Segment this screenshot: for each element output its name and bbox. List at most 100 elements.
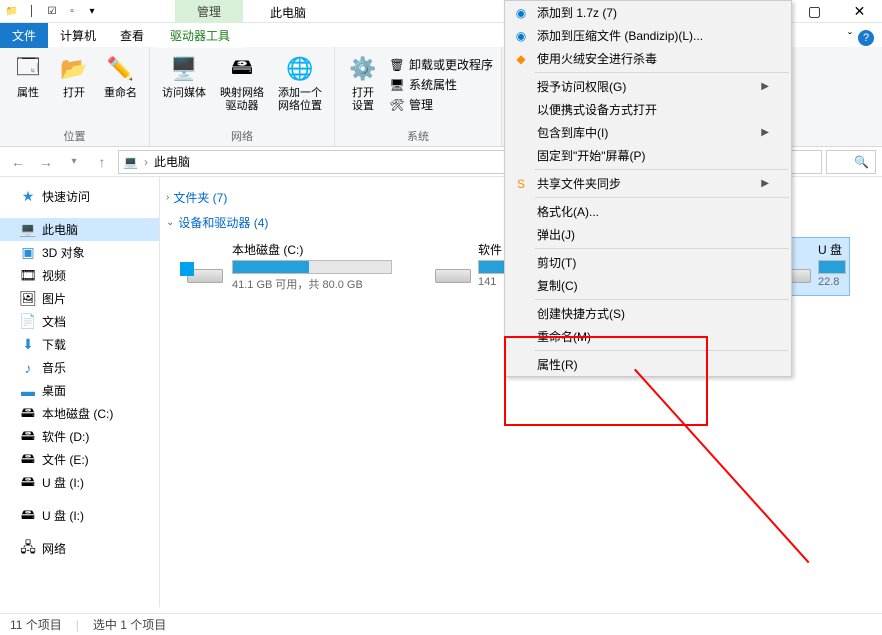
sidebar-file-e[interactable]: 🖴文件 (E:) bbox=[0, 448, 159, 471]
sidebar-usb-i[interactable]: 🖴U 盘 (I:) bbox=[0, 471, 159, 494]
drive-item-c[interactable]: 本地磁盘 (C:) 41.1 GB 可用，共 80.0 GB bbox=[180, 237, 420, 296]
ctx-share-sync[interactable]: S共享文件夹同步▶ bbox=[505, 172, 791, 195]
sysprops-icon: 🖥 bbox=[389, 77, 405, 93]
sidebar-3d-objects[interactable]: ▣3D 对象 bbox=[0, 241, 159, 264]
up-button[interactable]: ↑ bbox=[90, 150, 114, 174]
ctx-huorong-scan[interactable]: ◆使用火绒安全进行杀毒 bbox=[505, 47, 791, 70]
open-button[interactable]: 📂 打开 bbox=[54, 51, 94, 102]
ctx-pin-start[interactable]: 固定到"开始"屏幕(P) bbox=[505, 144, 791, 167]
navigation-pane: ★快速访问 💻此电脑 ▣3D 对象 🎞视频 🖼图片 📄文档 ⬇下载 ♪音乐 ▬桌… bbox=[0, 177, 160, 607]
back-button[interactable]: ← bbox=[6, 150, 30, 174]
map-drive-icon: 🖴 bbox=[226, 53, 258, 85]
ctx-format[interactable]: 格式化(A)... bbox=[505, 200, 791, 223]
ctx-create-shortcut[interactable]: 创建快捷方式(S) bbox=[505, 302, 791, 325]
computer-icon: 💻 bbox=[123, 155, 138, 169]
page-icon[interactable]: ▫ bbox=[64, 3, 80, 19]
close-button[interactable]: ✕ bbox=[837, 0, 882, 23]
quick-access-toolbar: 📁 │ ☑ ▫ ▾ bbox=[4, 3, 100, 19]
chevron-down-icon: ⌄ bbox=[166, 217, 174, 228]
sidebar-documents[interactable]: 📄文档 bbox=[0, 310, 159, 333]
search-box[interactable]: 🔍 bbox=[826, 150, 876, 174]
archive-icon: ◉ bbox=[513, 5, 529, 21]
ctx-properties[interactable]: 属性(R) bbox=[505, 353, 791, 376]
sidebar-desktop[interactable]: ▬桌面 bbox=[0, 379, 159, 402]
tab-drive-tools[interactable]: 驱动器工具 bbox=[158, 23, 242, 48]
group-label-location: 位置 bbox=[64, 126, 86, 144]
ribbon-group-system: ⚙️ 打开 设置 🗑卸载或更改程序 🖥系统属性 🛠管理 系统 bbox=[335, 47, 502, 146]
tab-computer[interactable]: 计算机 bbox=[48, 23, 108, 48]
sidebar-videos[interactable]: 🎞视频 bbox=[0, 264, 159, 287]
media-icon: 🖥️ bbox=[168, 53, 200, 85]
separator bbox=[535, 169, 789, 170]
huorong-icon: ◆ bbox=[513, 51, 529, 67]
separator bbox=[535, 299, 789, 300]
drive-icon: 🖴 bbox=[20, 452, 36, 468]
ctx-include-library[interactable]: 包含到库中(I)▶ bbox=[505, 121, 791, 144]
ctx-eject[interactable]: 弹出(J) bbox=[505, 223, 791, 246]
ctx-copy[interactable]: 复制(C) bbox=[505, 274, 791, 297]
ctx-cut[interactable]: 剪切(T) bbox=[505, 251, 791, 274]
manage-icon: 🛠 bbox=[389, 97, 405, 113]
map-drive-button[interactable]: 🖴 映射网络 驱动器 bbox=[216, 51, 268, 115]
chevron-right-icon: ▶ bbox=[761, 178, 769, 189]
bandizip-icon: ◉ bbox=[513, 28, 529, 44]
properties-icon: 🗔 bbox=[12, 53, 44, 85]
ctx-add-to-7z[interactable]: ◉添加到 1.7z (7) bbox=[505, 1, 791, 24]
ribbon-minimize-icon[interactable]: ˇ bbox=[848, 30, 852, 44]
ctx-grant-access[interactable]: 授予访问权限(G)▶ bbox=[505, 75, 791, 98]
sidebar-this-pc[interactable]: 💻此电脑 bbox=[0, 218, 159, 241]
add-network-location-button[interactable]: 🌐 添加一个 网络位置 bbox=[274, 51, 326, 115]
ctx-bandizip[interactable]: ◉添加到压缩文件 (Bandizip)(L)... bbox=[505, 24, 791, 47]
context-menu: ◉添加到 1.7z (7) ◉添加到压缩文件 (Bandizip)(L)... … bbox=[504, 0, 792, 377]
network-location-icon: 🌐 bbox=[284, 53, 316, 85]
computer-icon: 💻 bbox=[20, 222, 36, 238]
drive-icon bbox=[184, 241, 226, 283]
ctx-rename[interactable]: 重命名(M) bbox=[505, 325, 791, 348]
settings-icon: ⚙️ bbox=[347, 53, 379, 85]
sidebar-usb-i-2[interactable]: 🖴U 盘 (I:) bbox=[0, 504, 159, 527]
usb-icon: 🖴 bbox=[20, 475, 36, 491]
drive-item-d-partial[interactable]: 软件 141 bbox=[430, 237, 510, 296]
open-settings-button[interactable]: ⚙️ 打开 设置 bbox=[343, 51, 383, 115]
sidebar-software-d[interactable]: 🖴软件 (D:) bbox=[0, 425, 159, 448]
ctx-portable-device[interactable]: 以便携式设备方式打开 bbox=[505, 98, 791, 121]
tab-file[interactable]: 文件 bbox=[0, 23, 48, 48]
manage-button[interactable]: 🛠管理 bbox=[389, 95, 493, 114]
help-icon[interactable]: ? bbox=[858, 30, 874, 46]
divider: | bbox=[76, 618, 79, 632]
ribbon-group-location: 🗔 属性 📂 打开 ✏️ 重命名 位置 bbox=[0, 47, 150, 146]
contextual-tab-manage[interactable]: 管理 bbox=[175, 0, 243, 23]
dropdown-icon[interactable]: ▾ bbox=[84, 3, 100, 19]
download-icon: ⬇ bbox=[20, 337, 36, 353]
forward-button[interactable]: → bbox=[34, 150, 58, 174]
drive-icon bbox=[434, 241, 472, 283]
properties-button[interactable]: 🗔 属性 bbox=[8, 51, 48, 102]
sidebar-local-disk-c[interactable]: 🖴本地磁盘 (C:) bbox=[0, 402, 159, 425]
separator bbox=[535, 350, 789, 351]
history-dropdown[interactable]: ▾ bbox=[62, 150, 86, 174]
tab-view[interactable]: 查看 bbox=[108, 23, 156, 48]
maximize-button[interactable]: ▢ bbox=[792, 0, 837, 23]
document-icon: 📄 bbox=[20, 314, 36, 330]
status-bar: 11 个项目 | 选中 1 个项目 bbox=[0, 613, 882, 635]
search-icon: 🔍 bbox=[854, 155, 869, 169]
sidebar-music[interactable]: ♪音乐 bbox=[0, 356, 159, 379]
sidebar-quick-access[interactable]: ★快速访问 bbox=[0, 185, 159, 208]
access-media-button[interactable]: 🖥️ 访问媒体 bbox=[158, 51, 210, 115]
chevron-right-icon: ▶ bbox=[761, 127, 769, 138]
group-label-system: 系统 bbox=[407, 126, 429, 144]
usage-bar bbox=[232, 260, 392, 274]
rename-button[interactable]: ✏️ 重命名 bbox=[100, 51, 141, 102]
usb-icon: 🖴 bbox=[20, 508, 36, 524]
rename-icon: ✏️ bbox=[105, 53, 137, 85]
network-icon: 🖧 bbox=[20, 541, 36, 557]
drive-icon: 🖴 bbox=[20, 406, 36, 422]
checkbox-icon[interactable]: ☑ bbox=[44, 3, 60, 19]
star-icon: ★ bbox=[20, 189, 36, 205]
open-icon: 📂 bbox=[58, 53, 90, 85]
sidebar-network[interactable]: 🖧网络 bbox=[0, 537, 159, 560]
uninstall-button[interactable]: 🗑卸载或更改程序 bbox=[389, 55, 493, 74]
system-properties-button[interactable]: 🖥系统属性 bbox=[389, 75, 493, 94]
sidebar-downloads[interactable]: ⬇下载 bbox=[0, 333, 159, 356]
sidebar-pictures[interactable]: 🖼图片 bbox=[0, 287, 159, 310]
